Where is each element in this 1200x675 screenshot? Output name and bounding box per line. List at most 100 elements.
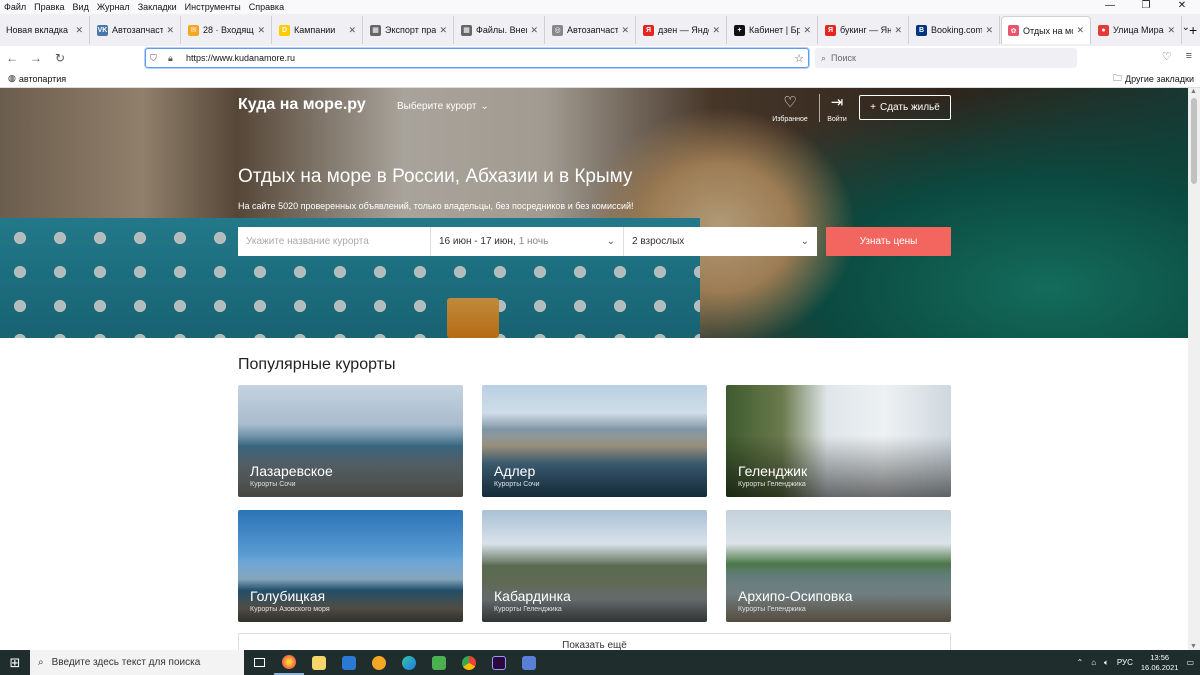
tab-3[interactable]: D Кампании ✕ [273,16,363,44]
menu-edit[interactable]: Правка [30,2,68,12]
scroll-down-icon[interactable]: ▼ [1190,643,1197,650]
bookmark-item[interactable]: ◍ автопартия [0,73,66,84]
dates-field[interactable]: 16 июн - 17 июн, 1 ночь ⌄ [431,227,624,256]
scrollbar-thumb[interactable] [1191,98,1197,184]
login-button[interactable]: ⇥ Войти [813,94,861,123]
bookmark-label: автопартия [18,73,67,84]
address-bar[interactable]: ⛉ 🔒︎ https://www.kudanamore.ru ☆ [145,48,809,68]
close-tab-icon[interactable]: ✕ [894,25,902,36]
tab-2[interactable]: ✉ 28 · Входящие — Ян✕ [182,16,272,44]
app-icon-blue[interactable] [514,650,544,675]
windows-start-icon[interactable]: ⊞ [0,655,30,671]
chrome-icon[interactable] [454,650,484,675]
tab-9[interactable]: Ябукинг — Яндекс✕ [819,16,909,44]
menu-view[interactable]: Вид [69,2,93,12]
favorites-label: Избранное [772,116,808,123]
close-tab-icon[interactable]: ✕ [985,25,993,36]
mail-icon[interactable] [334,650,364,675]
close-window-button[interactable]: ✕ [1164,0,1200,11]
tab-4[interactable]: ▦ Экспорт прайс-лист✕ [364,16,454,44]
nights-value: 1 ночь [518,236,549,247]
plus-icon: + [870,102,876,113]
menu-help[interactable]: Справка [245,2,288,12]
reload-icon[interactable]: ↻ [48,51,72,65]
guests-field[interactable]: 2 взрослых ⌄ [624,227,817,256]
resort-search-field[interactable]: Укажите название курорта [238,227,431,256]
close-tab-icon[interactable]: ✕ [712,25,720,36]
site-logo[interactable]: Куда на море.ру [238,96,366,114]
app-icon-green[interactable] [424,650,454,675]
resort-dropdown[interactable]: Выберите курорт ⌄ [397,101,489,112]
language-indicator[interactable]: РУС [1117,658,1133,667]
taskbar-search-input[interactable]: ⌕ Введите здесь текст для поиска [30,650,244,675]
tab-10[interactable]: B Booking.com | Оф✕ [910,16,1000,44]
tab-title: букинг — Яндекс [840,25,891,35]
maximize-button[interactable]: ❐ [1128,0,1164,11]
firefox-icon[interactable] [274,650,304,675]
pocket-icon[interactable]: ♡ [1162,50,1172,63]
resort-name: Геленджик [738,463,808,479]
edge-icon[interactable] [394,650,424,675]
resort-card-gelendzhik[interactable]: Геленджик Курорты Геленджика [726,385,951,497]
close-tab-icon[interactable]: ✕ [803,25,811,36]
favorites-button[interactable]: ♡ Избранное [766,94,814,123]
tab-0[interactable]: Новая вкладка ✕ [0,16,90,44]
network-icon[interactable]: ⌂ [1091,658,1096,667]
close-tab-icon[interactable]: ✕ [75,25,83,36]
app-icon-orange[interactable] [364,650,394,675]
premiere-icon[interactable] [484,650,514,675]
plus-icon: + [734,24,745,36]
close-tab-icon[interactable]: ✕ [1076,25,1084,36]
close-tab-icon[interactable]: ✕ [439,25,447,36]
tab-11[interactable]: ✿ Отдых на море✕ [1001,16,1091,44]
close-tab-icon[interactable]: ✕ [257,25,265,36]
volume-icon[interactable]: 🔈︎ [1104,658,1109,668]
bookmark-star-icon[interactable]: ☆ [794,52,804,65]
lock-icon[interactable]: 🔒︎ [168,53,180,64]
resort-card-adler[interactable]: Адлер Курорты Сочи [482,385,707,497]
minimize-button[interactable]: — [1092,0,1128,11]
back-arrow-icon[interactable]: ← [0,51,24,65]
chevron-up-icon[interactable]: ⌃ [1077,658,1084,667]
close-tab-icon[interactable]: ✕ [621,25,629,36]
notifications-icon[interactable]: ▭ [1186,658,1194,667]
hero-subtitle: На сайте 5020 проверенных объявлений, то… [238,201,634,211]
find-prices-button[interactable]: Узнать цены [826,227,951,256]
scroll-up-icon[interactable]: ▲ [1190,88,1197,95]
tab-list-chevron-icon[interactable]: ⌄ [1182,22,1190,33]
menu-hamburger-icon[interactable]: ≡ [1186,50,1192,63]
other-bookmarks[interactable]: 🗀 Другие закладки [1105,71,1194,87]
close-tab-icon[interactable]: ✕ [166,25,174,36]
rent-out-button[interactable]: + Сдать жильё [859,95,951,120]
tab-12[interactable]: ● Улица Мира, 14✕ [1092,16,1182,44]
resort-region: Курорты Сочи [494,481,540,488]
forward-arrow-icon[interactable]: → [24,51,48,65]
resort-card-arkhipo-osipovka[interactable]: Архипо-Осиповка Курорты Геленджика [726,510,951,622]
clock[interactable]: 13:56 16.06.2021 [1141,653,1179,673]
resort-card-golubitskaya[interactable]: Голубицкая Курорты Азовского моря [238,510,463,622]
search-input[interactable]: ⌕ Поиск [815,48,1077,68]
resort-card-lazarevskoe[interactable]: Лазаревское Курорты Сочи [238,385,463,497]
menu-tools[interactable]: Инструменты [181,2,245,12]
tab-7[interactable]: Ядзен — Яндекс✕ [637,16,727,44]
close-tab-icon[interactable]: ✕ [1167,25,1175,36]
page-scrollbar[interactable]: ▲ ▼ [1188,88,1200,650]
menu-file[interactable]: Файл [0,2,30,12]
show-more-button[interactable]: Показать ещё [238,633,951,650]
tab-1[interactable]: VK Автозапчасти. Авто✕ [91,16,181,44]
menu-history[interactable]: Журнал [93,2,134,12]
close-tab-icon[interactable]: ✕ [348,25,356,36]
shield-icon[interactable]: ⛉ [150,53,162,64]
resort-card-kabardinka[interactable]: Кабардинка Курорты Геленджика [482,510,707,622]
tab-6[interactable]: ◎ Автозапчасти. Т✕ [546,16,636,44]
close-tab-icon[interactable]: ✕ [530,25,538,36]
tab-title: Автозапчасти. Т [567,25,619,35]
mail-icon: ✉ [188,24,199,36]
tab-8[interactable]: + Кабинет | Бронь✕ [728,16,818,44]
task-view-icon[interactable] [244,650,274,675]
resort-name: Кабардинка [494,588,571,604]
tab-5[interactable]: ▦ Файлы. Внешние✕ [455,16,545,44]
url-text[interactable]: https://www.kudanamore.ru [186,53,295,63]
file-explorer-icon[interactable] [304,650,334,675]
menu-bookmarks[interactable]: Закладки [134,2,181,12]
